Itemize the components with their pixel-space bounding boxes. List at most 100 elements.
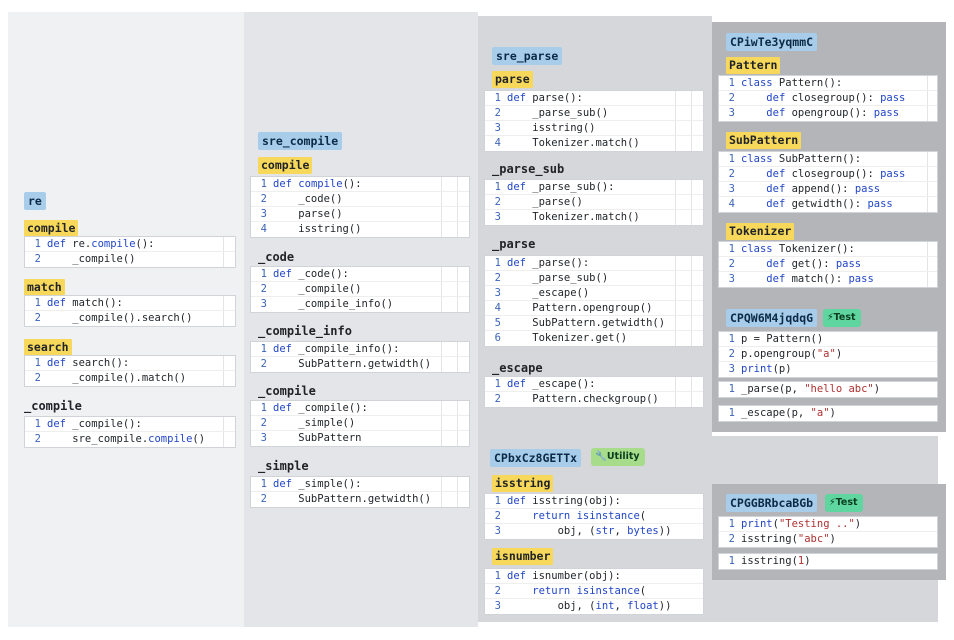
code-text: SubPattern.getwidth() (273, 358, 432, 370)
function-title-isnumber[interactable]: isnumber (492, 548, 554, 565)
code-block: 1 def _compile(): 2 sre_compile.compile() (24, 416, 236, 448)
line-number: 1 (260, 178, 267, 190)
line-number: 4 (260, 223, 267, 235)
module-title-classes[interactable]: CPiwTe3yqmmC (726, 33, 818, 51)
code-text: print("Testing ..") (741, 518, 862, 530)
code-line: 2 _parse() (485, 195, 703, 210)
function-title-compile[interactable]: compile (258, 157, 313, 174)
code-line: 2 return isinstance( (485, 584, 703, 599)
function-title-search[interactable]: search (24, 339, 72, 356)
module-title-re[interactable]: re (24, 192, 46, 210)
code-block: 1 def _escape(): 2 Pattern.checkgroup() (484, 376, 704, 408)
line-number: 1 (728, 555, 735, 567)
function-title-_compile[interactable]: _compile (258, 384, 316, 398)
code-text: p = Pattern() (741, 333, 824, 345)
function-title-parse[interactable]: parse (492, 71, 533, 88)
code-line: 2 def closegroup(): pass (719, 91, 937, 106)
line-number: 2 (494, 272, 501, 284)
test-badge: ⚡Test (825, 494, 863, 512)
line-number: 3 (260, 432, 267, 444)
code-text: _code() (273, 193, 343, 205)
line-number: 2 (494, 510, 501, 522)
function-title-isstring[interactable]: isstring (492, 475, 554, 492)
code-text: _compile().search() (47, 312, 193, 324)
code-text: _compile().match() (47, 372, 187, 384)
function-title-_parse[interactable]: _parse (492, 237, 535, 251)
line-number: 3 (728, 183, 735, 195)
function-title-_parse_sub[interactable]: _parse_sub (492, 162, 564, 176)
function-title-_compile_info[interactable]: _compile_info (258, 324, 352, 338)
line-number: 2 (260, 493, 267, 505)
code-line: 4 def getwidth(): pass (719, 197, 937, 212)
module-title-sre-parse[interactable]: sre_parse (492, 47, 563, 65)
code-text: def opengroup(): pass (766, 107, 900, 119)
function-title-_compile[interactable]: _compile (24, 399, 82, 413)
line-number: 2 (494, 107, 501, 119)
class-title-Tokenizer[interactable]: Tokenizer (726, 223, 795, 240)
code-text: def closegroup(): pass (766, 168, 906, 180)
line-number: 1 (494, 92, 501, 104)
module-title-test-2[interactable]: CPGGBRbcaBGb (726, 494, 818, 512)
function-title-compile[interactable]: compile (24, 220, 79, 237)
code-text: def _code(): (273, 268, 349, 280)
module-title-utility[interactable]: CPbxCz8GETTx (490, 449, 582, 467)
module-title-sre-compile[interactable]: sre_compile (258, 132, 343, 150)
code-line: 2 sre_compile.compile() (25, 432, 235, 447)
code-text: p.opengroup("a") (741, 348, 843, 360)
line-number: 1 (34, 418, 41, 430)
class-title-SubPattern[interactable]: SubPattern (726, 132, 802, 149)
code-line: 3 _escape() (485, 286, 703, 301)
code-line: 1 def match(): (25, 296, 235, 311)
code-text: _compile() (273, 283, 362, 295)
line-number: 3 (494, 525, 501, 537)
code-text: sre_compile.compile() (47, 433, 206, 445)
code-text: Pattern.opengroup() (507, 302, 653, 314)
line-number: 1 (728, 243, 735, 255)
line-number: 1 (260, 402, 267, 414)
line-number: 1 (728, 77, 735, 89)
module-title-test-1[interactable]: CPQW6M4jqdqG (726, 309, 818, 327)
code-line: 1 def search(): (25, 356, 235, 371)
code-text: isstring(1) (741, 555, 811, 567)
function-title-_code[interactable]: _code (258, 250, 294, 264)
function-title-_simple[interactable]: _simple (258, 459, 309, 473)
code-text: def _escape(): (507, 378, 596, 390)
code-text: _parse(p, "hello abc") (741, 383, 881, 395)
line-number: 4 (494, 302, 501, 314)
code-text: SubPattern.getwidth() (273, 493, 432, 505)
code-line: 1 def _compile_info(): (251, 342, 469, 357)
code-block: 1 p = Pattern() 2 p.opengroup("a") 3 print(p) (718, 331, 938, 378)
class-title-Pattern[interactable]: Pattern (726, 57, 781, 74)
utility-badge: 🔧Utility (591, 448, 645, 466)
code-line: 1 isstring(1) (719, 554, 937, 569)
code-line: 1 def compile(): (251, 177, 469, 192)
code-block: 1 def compile(): 2 _code() 3 parse() 4 isstr… (250, 176, 470, 238)
code-block: 1 _escape(p, "a") (718, 405, 938, 422)
code-text: _parse_sub() (507, 272, 609, 284)
code-line: 2 _parse_sub() (485, 271, 703, 286)
code-block: 1 class Tokenizer(): 2 def get(): pass 3 de… (718, 241, 938, 288)
line-number: 6 (494, 332, 501, 344)
code-line: 3 isstring() (485, 121, 703, 136)
code-line: 2 _code() (251, 192, 469, 207)
module-panel-sre-compile (244, 12, 478, 627)
code-line: 4 Pattern.opengroup() (485, 301, 703, 316)
code-text: def match(): (47, 297, 123, 309)
code-text: def closegroup(): pass (766, 92, 906, 104)
line-number: 2 (728, 92, 735, 104)
code-text: class Pattern(): (741, 77, 843, 89)
code-text: def parse(): (507, 92, 583, 104)
code-text: parse() (273, 208, 343, 220)
function-title-match[interactable]: match (24, 279, 65, 296)
code-line: 1 def _parse(): (485, 256, 703, 271)
code-line: 3 SubPattern (251, 431, 469, 446)
code-block: 1 def _compile(): 2 _simple() 3 SubPattern (250, 400, 470, 447)
function-title-_escape[interactable]: _escape (492, 361, 543, 375)
code-text: Tokenizer.match() (507, 211, 640, 223)
line-number: 1 (494, 257, 501, 269)
line-number: 2 (494, 585, 501, 597)
line-number: 1 (34, 357, 41, 369)
code-block: 1 def match(): 2 _compile().search() (24, 295, 236, 327)
code-text: SubPattern (273, 432, 362, 444)
code-text: _compile_info() (273, 298, 394, 310)
